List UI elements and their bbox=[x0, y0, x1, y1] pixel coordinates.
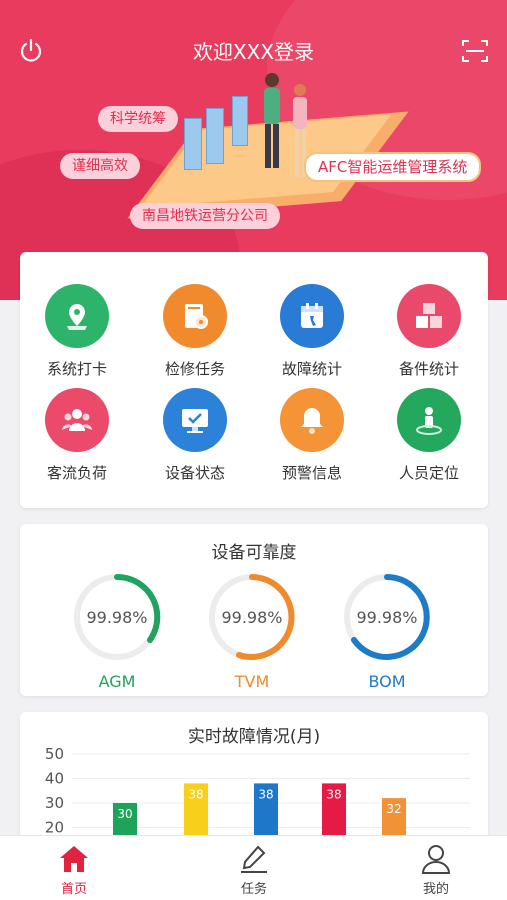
scan-icon[interactable] bbox=[461, 38, 489, 64]
tab-label: 任务 bbox=[240, 882, 267, 897]
tab-label: 我的 bbox=[422, 882, 449, 897]
menu-item-check-in[interactable]: 系统打卡 bbox=[22, 284, 132, 384]
menu-item-label: 预警信息 bbox=[281, 464, 342, 482]
menu-item-spare-parts[interactable]: 备件统计 bbox=[374, 284, 484, 384]
menu-item-passenger-load[interactable]: 客流负荷 bbox=[22, 388, 132, 488]
system-name-badge: AFC智能运维管理系统 bbox=[304, 152, 482, 182]
gauge-bom[interactable]: 99.98% BOM bbox=[342, 572, 442, 691]
calendar-wrench-icon bbox=[280, 284, 344, 348]
gauge-agm[interactable]: 99.98% AGM bbox=[72, 572, 172, 691]
y-tick-label: 30 bbox=[45, 794, 64, 812]
menu-item-label: 客流负荷 bbox=[46, 464, 107, 482]
menu-item-label: 检修任务 bbox=[164, 360, 225, 378]
gauge-value: 99.98% bbox=[221, 608, 283, 627]
bar-value-label: 38 bbox=[188, 787, 203, 801]
y-tick-label: 50 bbox=[45, 745, 64, 763]
monitor-check-icon bbox=[163, 388, 227, 452]
menu-item-maintenance-task[interactable]: 检修任务 bbox=[140, 284, 250, 384]
reliability-card: 设备可靠度 99.98% AGM 99.98% TVM 99.98% BOM bbox=[20, 524, 488, 696]
fault-bar-chart: 50 40 30 20 30 38 38 38 32 bbox=[45, 745, 470, 842]
tab-profile[interactable]: 我的 bbox=[386, 836, 486, 900]
menu-item-label: 设备状态 bbox=[164, 464, 225, 482]
y-tick-label: 40 bbox=[45, 770, 64, 788]
tab-label: 首页 bbox=[60, 882, 87, 897]
bar-value-label: 32 bbox=[386, 802, 401, 816]
people-icon bbox=[45, 388, 109, 452]
bottom-tab-bar: 首页 任务 我的 bbox=[0, 835, 507, 900]
book-gear-icon bbox=[163, 284, 227, 348]
menu-item-fault-statistics[interactable]: 故障统计 bbox=[257, 284, 367, 384]
map-pin-icon bbox=[45, 284, 109, 348]
bar-value-label: 38 bbox=[258, 787, 273, 801]
menu-item-label: 人员定位 bbox=[398, 464, 459, 482]
bar-value-label: 38 bbox=[326, 787, 341, 801]
edit-icon bbox=[241, 845, 267, 873]
menu-item-label: 备件统计 bbox=[398, 360, 459, 378]
gauge-tvm[interactable]: 99.98% TVM bbox=[207, 572, 307, 691]
menu-item-label: 故障统计 bbox=[281, 360, 342, 378]
gauge-label: TVM bbox=[234, 672, 270, 691]
reliability-title: 设备可靠度 bbox=[211, 543, 297, 563]
user-icon bbox=[421, 845, 451, 874]
menu-item-alerts[interactable]: 预警信息 bbox=[257, 388, 367, 488]
function-menu: 系统打卡 检修任务 故障统计 备件统计 客流负荷 设备状态 预警信息 人员定位 bbox=[20, 252, 488, 508]
cubes-icon bbox=[397, 284, 461, 348]
banner-tag: 谨细高效 bbox=[60, 153, 140, 179]
tab-tasks[interactable]: 任务 bbox=[204, 836, 304, 900]
gauge-label: BOM bbox=[368, 672, 406, 691]
menu-item-device-status[interactable]: 设备状态 bbox=[140, 388, 250, 488]
gauge-value: 99.98% bbox=[356, 608, 418, 627]
tab-home[interactable]: 首页 bbox=[24, 836, 124, 900]
illustration-gate bbox=[206, 108, 224, 164]
bell-icon bbox=[280, 388, 344, 452]
gauge-label: AGM bbox=[98, 672, 136, 691]
menu-item-label: 系统打卡 bbox=[46, 360, 107, 378]
gauge-value: 99.98% bbox=[86, 608, 148, 627]
illustration-gate bbox=[184, 118, 202, 170]
menu-item-staff-location[interactable]: 人员定位 bbox=[374, 388, 484, 488]
bar-value-label: 30 bbox=[117, 807, 132, 821]
page-title: 欢迎XXX登录 bbox=[192, 40, 315, 64]
home-icon bbox=[60, 846, 88, 872]
fault-chart-card: 实时故障情况(月) 50 40 30 20 30 38 38 38 32 bbox=[20, 712, 488, 842]
person-location-icon bbox=[397, 388, 461, 452]
illustration-gate bbox=[232, 96, 248, 146]
y-tick-label: 20 bbox=[45, 819, 64, 837]
banner-tag: 科学统筹 bbox=[98, 106, 178, 132]
banner-tag: 南昌地铁运营分公司 bbox=[130, 203, 280, 229]
